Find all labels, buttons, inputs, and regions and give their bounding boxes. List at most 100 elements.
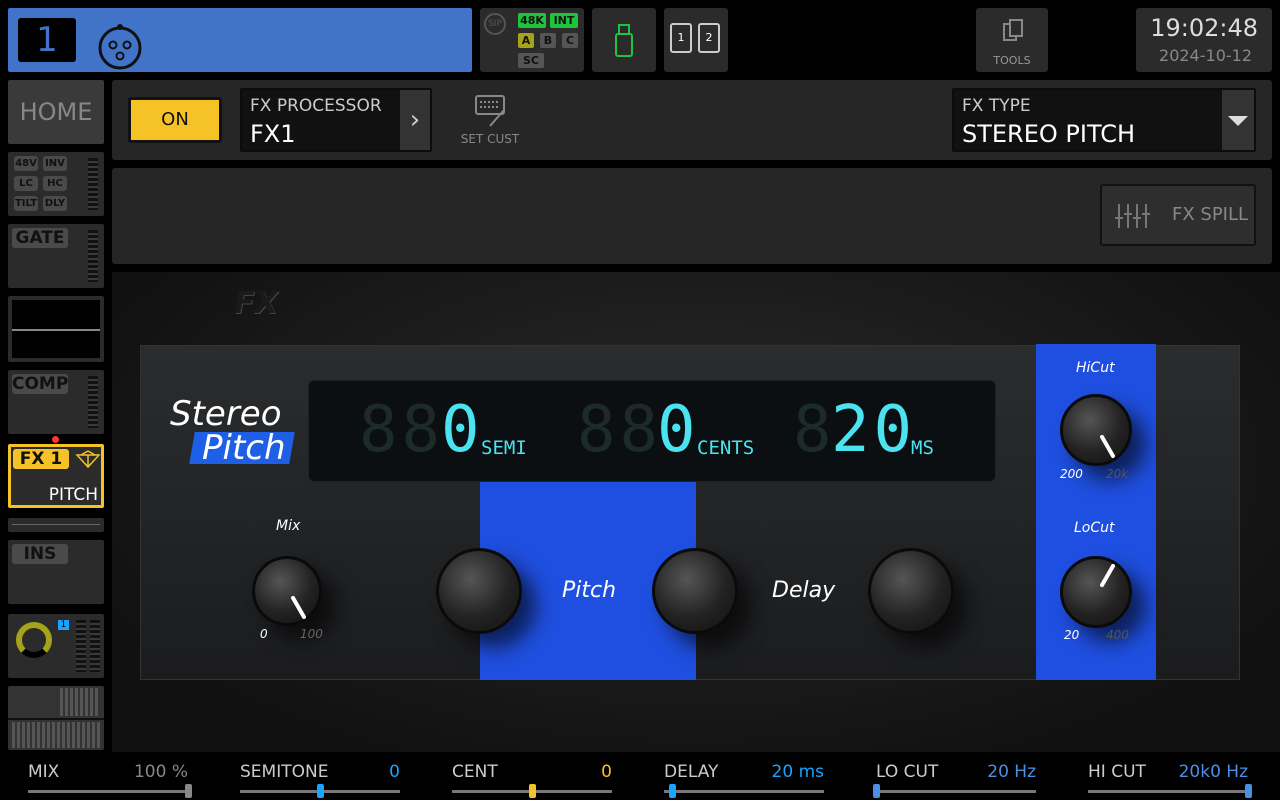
semitone-readout: 0	[441, 393, 484, 467]
hc-tag: HC	[43, 176, 67, 191]
param-slider-thumb[interactable]	[669, 784, 676, 798]
tilt-tag: TILT	[14, 196, 38, 211]
mix-min: 0	[260, 627, 268, 641]
comp-label: COMP	[12, 374, 69, 394]
param-semitone[interactable]: SEMITONE 0	[240, 752, 400, 800]
param-mix[interactable]: MIX 100 %	[28, 752, 192, 800]
sync-status-panel[interactable]: SIP 48K INT A B C SC	[480, 8, 584, 72]
param-lo-cut[interactable]: LO CUT 20 Hz	[873, 752, 1036, 800]
fx-rack: FX 88 0 SEMI 88 0 CENTS 8 20 MS Stereo P…	[112, 272, 1280, 752]
locut-max: 400	[1106, 628, 1129, 642]
param-value: 20k0 Hz	[1178, 762, 1248, 782]
param-value: 0	[601, 762, 612, 782]
on-button[interactable]: ON	[128, 97, 222, 143]
param-slider-track[interactable]	[664, 790, 824, 793]
faders-icon	[1115, 204, 1150, 228]
ms-unit: MS	[911, 437, 934, 459]
fx-processor-value: FX1	[250, 120, 296, 148]
port-c-badge: C	[562, 33, 578, 48]
usb-icon	[615, 24, 633, 57]
sd-card-2-icon: 2	[698, 23, 720, 53]
home-label: HOME	[19, 98, 93, 126]
locut-label: LoCut	[1074, 520, 1115, 536]
fx-slot-label: FX 1	[13, 449, 69, 469]
insert-point-indicator	[52, 436, 59, 443]
chevron-right-icon[interactable]: ›	[400, 90, 430, 150]
sc-badge: SC	[518, 53, 544, 68]
gate-block[interactable]: GATE	[8, 224, 104, 288]
tools-button[interactable]: TOOLS	[976, 8, 1048, 72]
param-slider-thumb[interactable]	[1245, 784, 1252, 798]
fx-slot-button[interactable]: FX 1 PITCH	[8, 444, 104, 508]
fx-header: ON FX PROCESSOR FX1 › SET CUST FX TYPE S…	[112, 80, 1272, 160]
channel-number: 1	[18, 18, 76, 62]
hicut-max: 20k	[1106, 467, 1129, 481]
semi-unit: SEMI	[481, 437, 527, 459]
dropdown-arrow-icon[interactable]	[1222, 90, 1254, 150]
cents-readout: 0	[657, 393, 700, 467]
param-slider-thumb[interactable]	[873, 784, 880, 798]
fx-spill-button[interactable]: FX SPILL	[1100, 184, 1256, 246]
sample-rate-badge: 48K	[518, 13, 546, 28]
param-slider-track[interactable]	[28, 790, 188, 793]
set-cust-label: SET CUST	[460, 132, 520, 146]
fx-type-label: FX TYPE	[962, 96, 1031, 116]
eq-block[interactable]: 48V INV LC HC TILT DLY	[8, 152, 104, 216]
comp-meter	[88, 376, 98, 428]
sd-card-1-icon: 1	[670, 23, 692, 53]
send-meter-r	[90, 620, 100, 672]
fx-processor-label: FX PROCESSOR	[250, 96, 382, 116]
param-slider-track[interactable]	[876, 790, 1036, 793]
tools-label: TOOLS	[993, 54, 1031, 67]
clock-source-badge: INT	[550, 13, 578, 28]
param-value: 0	[389, 762, 400, 782]
cent-knob[interactable]	[652, 548, 738, 634]
param-hi-cut[interactable]: HI CUT 20k0 Hz	[1088, 752, 1252, 800]
xlr-input-icon	[98, 24, 142, 70]
delay-readout: 20	[831, 393, 917, 467]
fx-processor-selector[interactable]: FX PROCESSOR FX1 ›	[240, 88, 432, 152]
semitone-knob[interactable]	[436, 548, 522, 634]
fx-name: PITCH	[48, 485, 98, 505]
param-slider-track[interactable]	[1088, 790, 1248, 793]
locut-knob[interactable]	[1060, 556, 1132, 628]
usb-button[interactable]	[592, 8, 656, 72]
set-cust-button[interactable]: SET CUST	[458, 94, 522, 150]
comp-block[interactable]: COMP	[8, 370, 104, 434]
keyboard-eyedropper-icon	[475, 95, 505, 127]
cents-unit: CENTS	[697, 437, 755, 459]
send-block[interactable]: 1	[8, 614, 104, 678]
hicut-knob[interactable]	[1060, 394, 1132, 466]
fx-logo: FX	[234, 286, 278, 321]
ins-label: INS	[12, 544, 68, 564]
sd-card-button[interactable]: 1 2	[664, 8, 728, 72]
delay-knob[interactable]	[868, 548, 954, 634]
mix-knob[interactable]	[252, 556, 322, 626]
on-label: ON	[131, 100, 219, 140]
pan-strip[interactable]	[8, 518, 104, 532]
param-slider-thumb[interactable]	[185, 784, 192, 798]
param-delay[interactable]: DELAY 20 ms	[664, 752, 824, 800]
dynamics-graph[interactable]	[8, 296, 104, 362]
send-knob-icon	[16, 622, 52, 658]
fx-diamond-icon	[75, 450, 101, 469]
lcd-display: 88 0 SEMI 88 0 CENTS 8 20 MS	[308, 380, 996, 482]
param-slider-thumb[interactable]	[529, 784, 536, 798]
fx-type-dropdown[interactable]: FX TYPE STEREO PITCH	[952, 88, 1256, 152]
param-value: 20 Hz	[987, 762, 1036, 782]
lc-tag: LC	[14, 176, 38, 191]
param-label: MIX	[28, 762, 60, 782]
param-slider-thumb[interactable]	[317, 784, 324, 798]
fx-toolbar: FX SPILL	[112, 168, 1272, 264]
hicut-min: 200	[1060, 467, 1083, 481]
param-label: DELAY	[664, 762, 719, 782]
channel-header[interactable]: 1	[8, 8, 472, 72]
clock-display: 19:02:48 2024-10-12	[1136, 8, 1272, 72]
home-button[interactable]: HOME	[8, 80, 104, 144]
sip-indicator: SIP	[484, 13, 506, 35]
time: 19:02:48	[1150, 14, 1258, 42]
fader-block[interactable]	[8, 686, 104, 750]
param-label: SEMITONE	[240, 762, 329, 782]
ins-block[interactable]: INS	[8, 540, 104, 604]
param-cent[interactable]: CENT 0	[452, 752, 612, 800]
